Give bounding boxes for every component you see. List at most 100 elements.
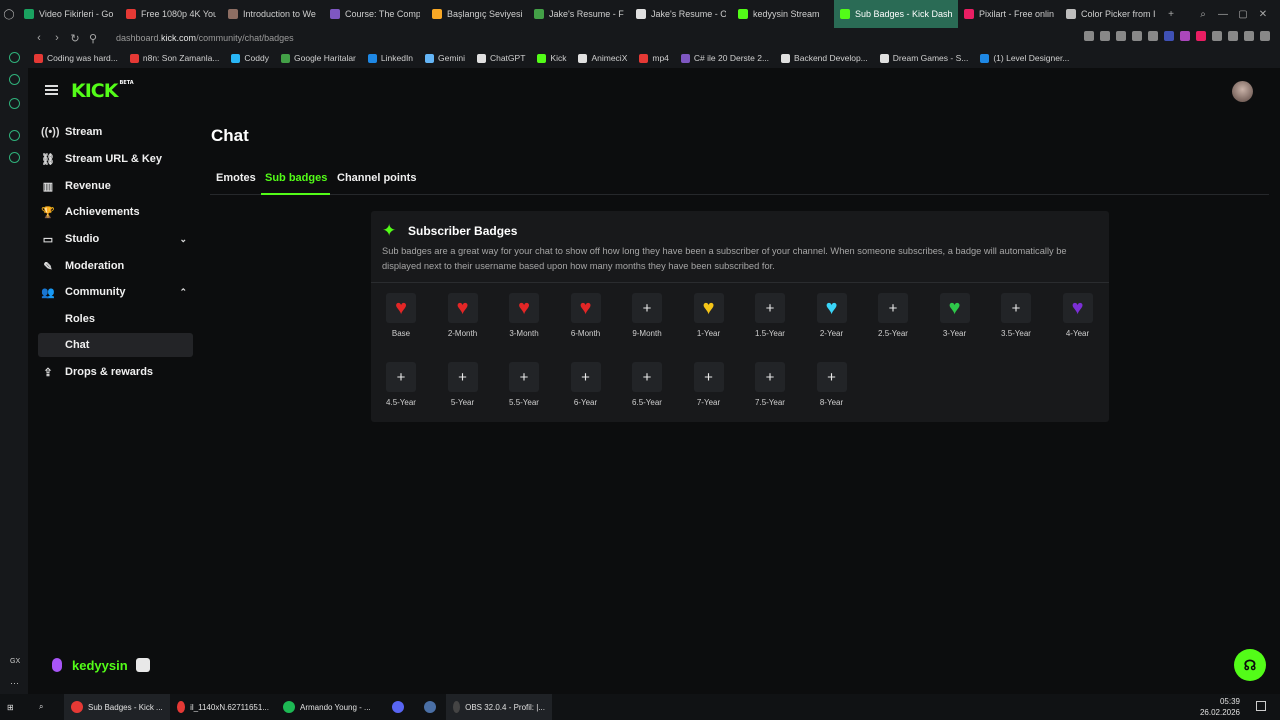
tab-sub-badges[interactable]: Sub badges [265, 172, 327, 184]
extension-icon[interactable] [1228, 31, 1238, 41]
browser-tab[interactable]: Başlangıç Seviyesi [426, 0, 528, 28]
bookmark-item[interactable]: Backend Develop... [781, 53, 868, 63]
bookmark-item[interactable]: Dream Games - S... [879, 53, 968, 63]
sidebar-item-stream[interactable]: ((•)) Stream [38, 120, 193, 144]
add-badge-icon[interactable]: + [1001, 293, 1031, 323]
taskbar-app[interactable]: il_1140xN.62711651... [170, 694, 276, 720]
badge-slot[interactable]: +4.5-Year [377, 362, 425, 414]
reload-icon[interactable]: ↻ [66, 32, 84, 45]
extension-icon[interactable] [1100, 31, 1110, 41]
heart-badge-icon[interactable]: ♥ [447, 293, 478, 323]
add-badge-icon[interactable]: + [570, 362, 601, 392]
badge-slot[interactable]: ♥ 3-Year [931, 293, 979, 345]
bookmark-item[interactable]: LinkedIn [367, 53, 413, 63]
badge-slot[interactable]: +7-Year [685, 362, 733, 414]
download-icon[interactable] [1244, 31, 1254, 41]
badge-slot[interactable]: +1.5-Year [746, 293, 794, 345]
badge-slot[interactable]: +2.5-Year [869, 293, 917, 345]
badge-slot[interactable]: +3.5-Year [992, 293, 1040, 345]
browser-tab[interactable]: Jake's Resume - F [528, 0, 630, 28]
heart-badge-icon[interactable]: ♥ [1062, 293, 1093, 323]
forward-icon[interactable]: › [48, 32, 66, 44]
sidebar-item-drops-rewards[interactable]: ⇪ Drops & rewards [38, 360, 193, 384]
bookmark-item[interactable]: (1) Level Designer... [980, 53, 1069, 63]
sidebar-item-studio[interactable]: ▭ Studio ⌄ [38, 227, 193, 251]
support-icon[interactable]: ☊ [1234, 649, 1266, 681]
opera-menu-icon[interactable]: ◯ [0, 0, 18, 28]
badge-slot[interactable]: +5-Year [439, 362, 487, 414]
username[interactable]: kedyysin [72, 658, 128, 673]
avatar[interactable] [1232, 81, 1253, 102]
taskbar-app[interactable]: Sub Badges - Kick ... [64, 694, 170, 720]
browser-tab[interactable]: Introduction to We [222, 0, 324, 28]
bookmark-item[interactable]: Google Haritalar [281, 53, 356, 63]
extension-icon[interactable] [1180, 31, 1190, 41]
sidebar-item-community[interactable]: 👥 Community ⌃ [38, 280, 193, 304]
extension-icon[interactable] [1084, 31, 1094, 41]
badge-slot[interactable]: ♥ 3-Month [500, 293, 548, 345]
badge-slot[interactable]: ♥ 4-Year [1054, 293, 1102, 345]
extension-icon[interactable] [1116, 31, 1126, 41]
badge-slot[interactable]: +5.5-Year [500, 362, 548, 414]
sidebar-item-chat[interactable]: Chat [38, 333, 193, 357]
badge-slot[interactable]: ♥ Base [377, 293, 425, 345]
url-field[interactable]: dashboard.kick.com/community/chat/badges [116, 33, 294, 43]
taskbar-app[interactable] [414, 694, 446, 720]
bookmark-item[interactable]: mp4 [639, 53, 669, 63]
add-badge-icon[interactable]: + [386, 362, 416, 392]
settings-icon[interactable] [9, 152, 20, 163]
bookmark-item[interactable]: Coddy [231, 53, 269, 63]
gx-icon[interactable]: GX [10, 658, 20, 665]
badge-slot[interactable]: ♥ 6-Month [562, 293, 610, 345]
site-info-icon[interactable]: ⚲ [84, 32, 102, 45]
heart-badge-icon[interactable]: ♥ [939, 293, 970, 323]
add-badge-icon[interactable]: + [755, 293, 785, 323]
sidebar-item-roles[interactable]: Roles [38, 307, 193, 331]
tab-channel-points[interactable]: Channel points [337, 172, 416, 184]
browser-tab[interactable]: Color Picker from I [1060, 0, 1162, 28]
search-icon[interactable]: ⌕ [32, 694, 64, 720]
add-badge-icon[interactable]: + [693, 362, 724, 392]
new-tab-icon[interactable]: + [1162, 0, 1180, 28]
heart-badge-icon[interactable]: ♥ [693, 293, 724, 323]
browser-tab[interactable]: Video Fikirleri - Go [18, 0, 120, 28]
maximize-icon[interactable]: ▢ [1234, 0, 1252, 28]
badge-slot[interactable]: +6.5-Year [623, 362, 671, 414]
sidebar-item-moderation[interactable]: ✎ Moderation [38, 254, 193, 278]
heart-badge-icon[interactable]: ♥ [816, 293, 847, 323]
add-badge-icon[interactable]: + [632, 293, 662, 323]
sidebar-item-revenue[interactable]: ▥ Revenue [38, 174, 193, 198]
taskbar-app[interactable] [382, 694, 414, 720]
badge-slot[interactable]: +8-Year [808, 362, 856, 414]
add-badge-icon[interactable]: + [509, 362, 539, 392]
add-badge-icon[interactable]: + [632, 362, 662, 392]
minimize-icon[interactable]: — [1214, 0, 1232, 28]
badge-slot[interactable]: ♥ 2-Month [439, 293, 487, 345]
sidebar-item-achievements[interactable]: 🏆 Achievements [38, 200, 193, 224]
browser-tab[interactable]: kedyysin Stream [732, 0, 834, 28]
back-icon[interactable]: ‹ [30, 32, 48, 44]
kick-logo[interactable]: KICK BETA [71, 80, 134, 102]
bookmark-item[interactable]: Gemini [425, 53, 465, 63]
bookmark-item[interactable]: AnimeciX [578, 53, 627, 63]
taskbar-app[interactable]: Armando Young - ... [276, 694, 382, 720]
bookmark-item[interactable]: n8n: Son Zamanla... [129, 53, 219, 63]
extension-icon[interactable] [1132, 31, 1142, 41]
add-badge-icon[interactable]: + [878, 293, 908, 323]
history-icon[interactable] [9, 74, 20, 85]
badge-slot[interactable]: +7.5-Year [746, 362, 794, 414]
badge-slot[interactable]: +6-Year [562, 362, 610, 414]
heart-badge-icon[interactable]: ♥ [509, 293, 539, 323]
menu-icon[interactable] [1260, 31, 1270, 41]
workspace-icon[interactable] [9, 98, 20, 109]
heart-badge-icon[interactable]: ♥ [386, 293, 416, 323]
tab-emotes[interactable]: Emotes [216, 172, 256, 184]
add-badge-icon[interactable]: + [447, 362, 478, 392]
chevron-icon[interactable]: ⌄ [179, 234, 187, 245]
notifications-icon[interactable] [1256, 701, 1266, 711]
bookmark-item[interactable]: ChatGPT [476, 53, 525, 63]
browser-tab[interactable]: Sub Badges - Kick Dashb [834, 0, 958, 28]
add-badge-icon[interactable]: + [816, 362, 847, 392]
bookmark-item[interactable]: Kick [537, 53, 566, 63]
chevron-icon[interactable]: ⌃ [179, 287, 187, 298]
